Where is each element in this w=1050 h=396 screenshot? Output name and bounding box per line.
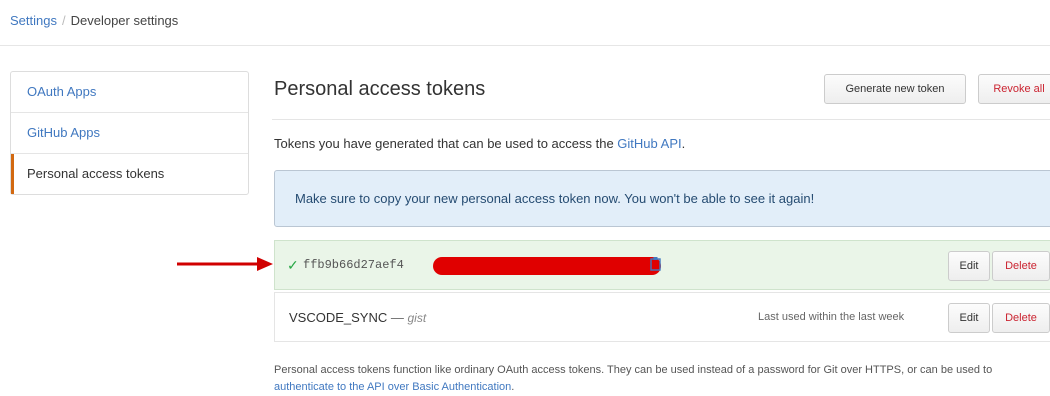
page-title: Personal access tokens xyxy=(274,78,486,100)
description-text: Tokens you have generated that can be us… xyxy=(274,136,618,151)
description-end: . xyxy=(681,136,686,151)
breadcrumb: Settings / Developer settings xyxy=(10,13,178,28)
breadcrumb-current: Developer settings xyxy=(70,13,179,28)
breadcrumb-settings-link[interactable]: Settings xyxy=(10,13,57,28)
main-content: Personal access tokens Generate new toke… xyxy=(272,70,1050,396)
edit-button[interactable]: Edit xyxy=(948,251,990,281)
token-name[interactable]: VSCODE_SYNC xyxy=(289,310,387,325)
token-row: VSCODE_SYNC — gist Last used within the … xyxy=(274,292,1050,342)
footer-text: Personal access tokens function like ord… xyxy=(274,364,993,376)
new-token-row: ✓ ffb9b66d27aef4 Edit Delete xyxy=(274,240,1050,290)
basic-auth-link[interactable]: authenticate to the API over Basic Authe… xyxy=(274,381,511,393)
sidebar-item-personal-access-tokens[interactable]: Personal access tokens xyxy=(11,154,248,194)
page-description: Tokens you have generated that can be us… xyxy=(274,136,685,151)
revoke-all-button[interactable]: Revoke all xyxy=(978,74,1050,104)
delete-button[interactable]: Delete xyxy=(992,303,1050,333)
clipboard-copy-icon[interactable] xyxy=(649,256,663,272)
breadcrumb-separator: / xyxy=(61,13,66,28)
check-icon: ✓ xyxy=(287,257,299,273)
last-used-text: Last used within the last week xyxy=(758,311,905,323)
sidebar: OAuth Apps GitHub Apps Personal access t… xyxy=(10,71,249,195)
token-dash: — xyxy=(390,310,404,325)
flash-message: Make sure to copy your new personal acce… xyxy=(295,191,815,206)
sidebar-item-github-apps[interactable]: GitHub Apps xyxy=(11,113,248,154)
generate-new-token-button[interactable]: Generate new token xyxy=(824,74,966,104)
sidebar-item-oauth-apps[interactable]: OAuth Apps xyxy=(11,72,248,113)
footer-note: Personal access tokens function like ord… xyxy=(274,362,1050,396)
footer-end: . xyxy=(511,381,515,393)
header-divider xyxy=(0,45,1050,46)
annotation-arrow xyxy=(177,257,273,271)
flash-notice: Make sure to copy your new personal acce… xyxy=(274,170,1050,227)
github-api-link[interactable]: GitHub API xyxy=(617,136,681,151)
token-value[interactable]: ffb9b66d27aef4 xyxy=(303,258,404,272)
edit-button[interactable]: Edit xyxy=(948,303,990,333)
token-scope: gist xyxy=(407,311,427,325)
redaction-mark xyxy=(433,257,661,275)
delete-button[interactable]: Delete xyxy=(992,251,1050,281)
token-description: VSCODE_SYNC — gist xyxy=(289,310,426,325)
title-divider xyxy=(272,119,1050,120)
